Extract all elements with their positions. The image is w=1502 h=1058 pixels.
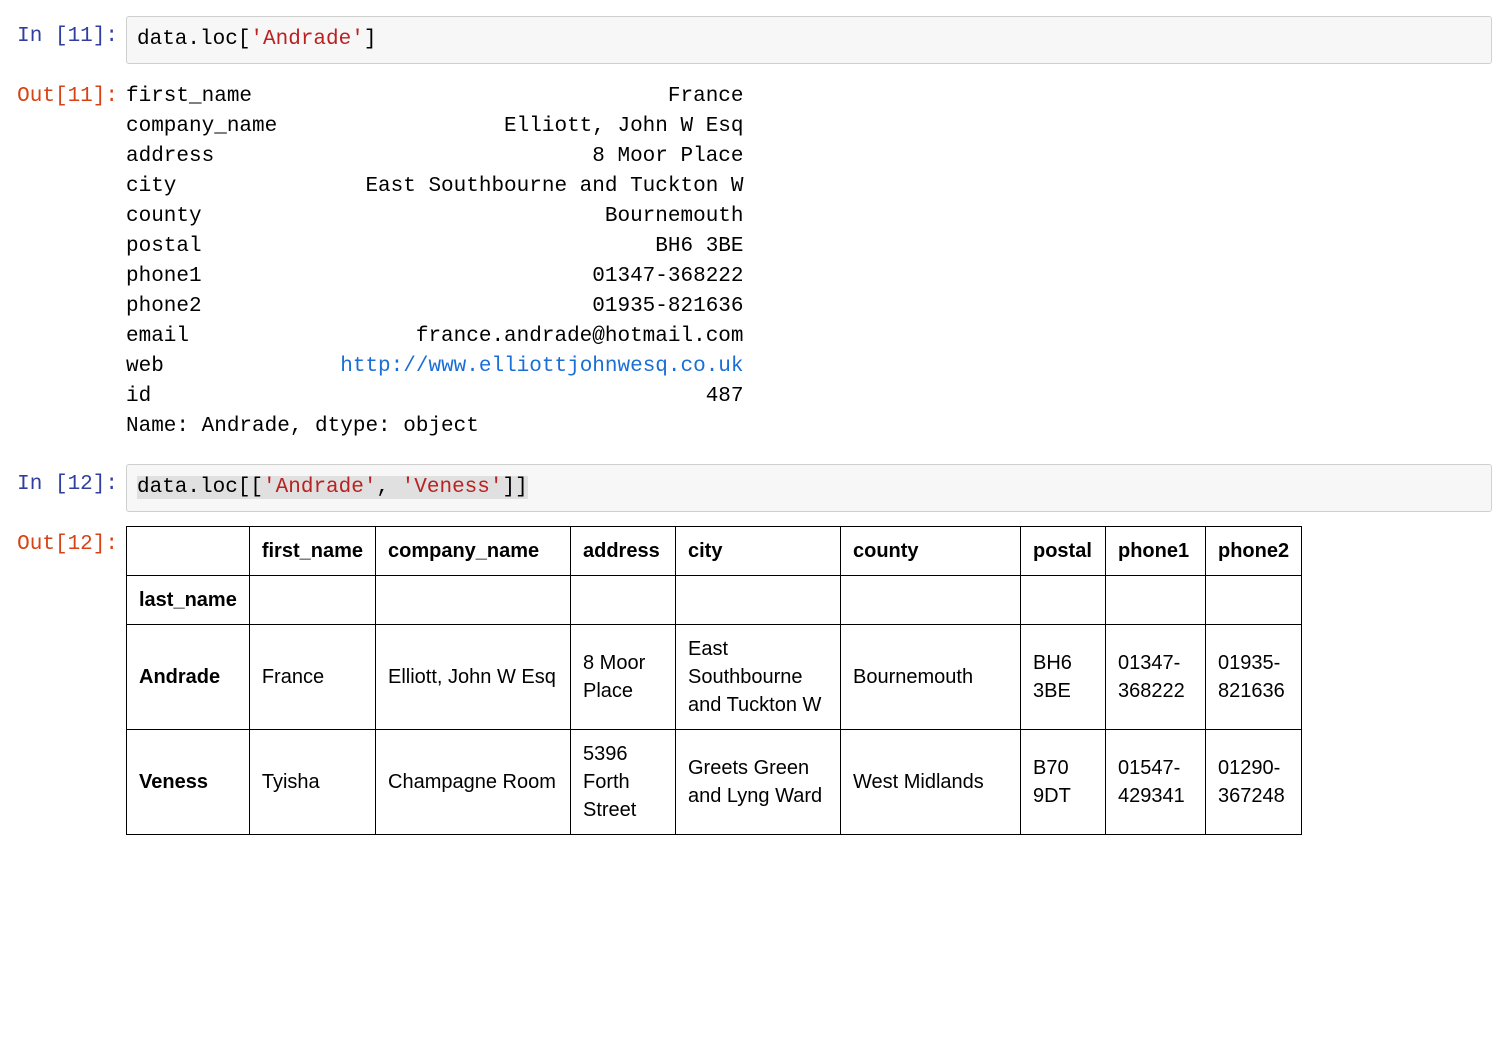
col-city: city — [676, 527, 841, 576]
table-indexname-row: last_name — [127, 576, 1302, 625]
col-county: county — [841, 527, 1021, 576]
cell-first_name: France — [249, 625, 375, 730]
code-string-12a: 'Andrade' — [263, 476, 376, 499]
cell-city: East Southbourne and Tuckton W — [676, 625, 841, 730]
code-prefix-12: data.loc[[ — [137, 476, 263, 499]
cell-11-input: In [11]: data.loc['Andrade'] — [0, 10, 1502, 70]
cell-phone2: 01935-821636 — [1206, 625, 1302, 730]
notebook: In [11]: data.loc['Andrade'] Out[11]: fi… — [0, 0, 1502, 871]
table-header-row: first_name company_name address city cou… — [127, 527, 1302, 576]
cell-postal: BH6 3BE — [1021, 625, 1106, 730]
col-company_name: company_name — [376, 527, 571, 576]
row-index-1: Veness — [127, 730, 250, 835]
code-input-11[interactable]: data.loc['Andrade'] — [126, 16, 1492, 64]
code-suffix: ] — [364, 28, 377, 51]
code-prefix: data.loc[ — [137, 28, 250, 51]
series-output: first_name France company_name Elliott, … — [126, 76, 1492, 442]
cell-address: 8 Moor Place — [571, 625, 676, 730]
cell-company_name: Champagne Room — [376, 730, 571, 835]
cell-12-input: In [12]: data.loc[['Andrade', 'Veness']] — [0, 458, 1502, 518]
col-phone1: phone1 — [1106, 527, 1206, 576]
col-first_name: first_name — [249, 527, 375, 576]
out-prompt-11: Out[11]: — [0, 76, 126, 112]
col-address: address — [571, 527, 676, 576]
code-string: 'Andrade' — [250, 28, 363, 51]
cell-company_name: Elliott, John W Esq — [376, 625, 571, 730]
in-prompt-12: In [12]: — [0, 464, 126, 500]
cell-postal: B70 9DT — [1021, 730, 1106, 835]
col-postal: postal — [1021, 527, 1106, 576]
cell-phone1: 01347-368222 — [1106, 625, 1206, 730]
cell-city: Greets Green and Lyng Ward — [676, 730, 841, 835]
table-row: Andrade France Elliott, John W Esq 8 Moo… — [127, 625, 1302, 730]
series-web-link[interactable]: http://www.elliottjohnwesq.co.uk — [340, 355, 743, 378]
code-string-12b: 'Veness' — [402, 476, 503, 499]
cell-address: 5396 Forth Street — [571, 730, 676, 835]
cell-phone2: 01290-367248 — [1206, 730, 1302, 835]
cell-first_name: Tyisha — [249, 730, 375, 835]
cell-phone1: 01547-429341 — [1106, 730, 1206, 835]
in-prompt-11: In [11]: — [0, 16, 126, 52]
table-row: Veness Tyisha Champagne Room 5396 Forth … — [127, 730, 1302, 835]
code-mid-12: , — [376, 476, 401, 499]
cell-county: West Midlands — [841, 730, 1021, 835]
out-prompt-12: Out[12]: — [0, 524, 126, 560]
cell-11-output: Out[11]: first_name France company_name … — [0, 70, 1502, 448]
index-name: last_name — [127, 576, 250, 625]
row-index-0: Andrade — [127, 625, 250, 730]
code-input-12[interactable]: data.loc[['Andrade', 'Veness']] — [126, 464, 1492, 512]
header-blank — [127, 527, 250, 576]
cell-county: Bournemouth — [841, 625, 1021, 730]
dataframe-table: first_name company_name address city cou… — [126, 526, 1302, 835]
code-suffix-12: ]] — [503, 476, 528, 499]
col-phone2: phone2 — [1206, 527, 1302, 576]
cell-12-output: Out[12]: first_name company_name address… — [0, 518, 1502, 841]
